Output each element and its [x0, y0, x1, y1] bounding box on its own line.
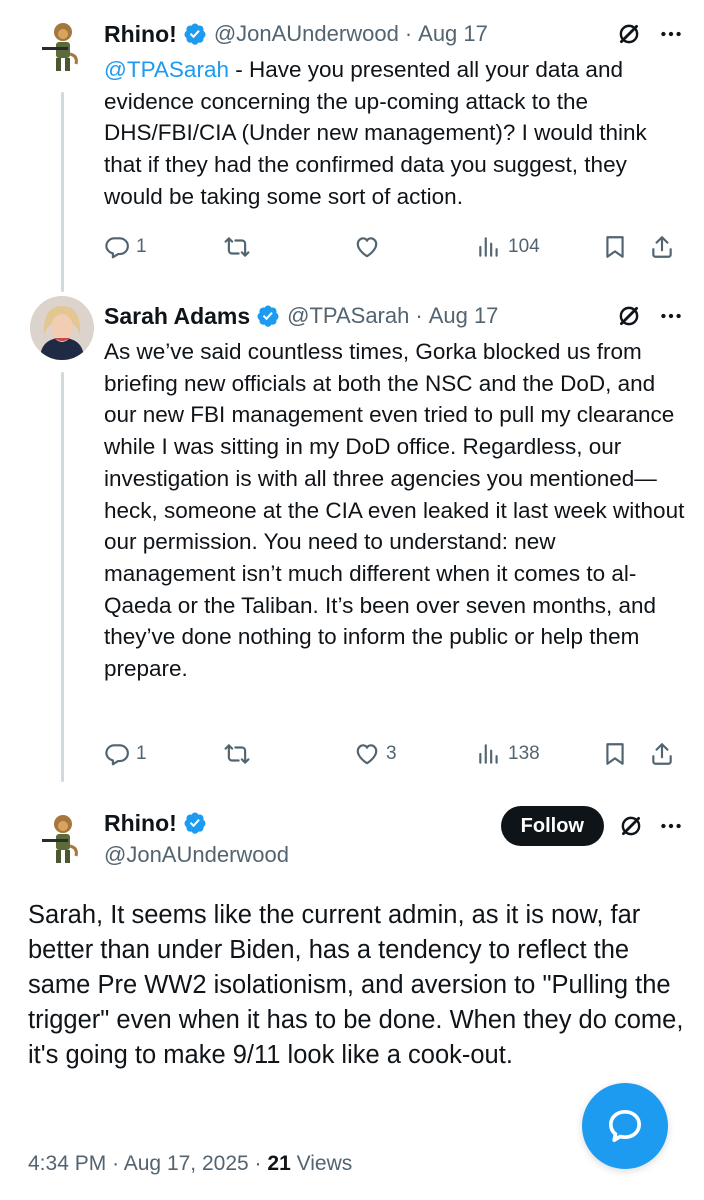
- share-button[interactable]: [649, 229, 675, 265]
- grok-icon[interactable]: [616, 303, 642, 329]
- heart-icon: [354, 234, 380, 260]
- more-icon[interactable]: [658, 813, 684, 839]
- thread-line: [61, 372, 64, 782]
- focus-tweet-text: Sarah, It seems like the current admin, …: [28, 901, 684, 1069]
- author-name[interactable]: Sarah Adams: [104, 303, 250, 330]
- reply-icon: [104, 234, 130, 260]
- bookmark-button[interactable]: [602, 229, 628, 265]
- bookmark-icon: [602, 741, 628, 767]
- views-icon: [476, 741, 502, 767]
- tweet-text: As we’ve said countless times, Gorka blo…: [104, 339, 685, 682]
- retweet-icon: [224, 234, 250, 260]
- focus-author-row: Rhino!: [104, 806, 214, 840]
- bookmark-icon: [602, 234, 628, 260]
- more-icon[interactable]: [658, 21, 684, 47]
- verified-badge-icon: [256, 304, 280, 328]
- tweet-text: @TPASarah - Have you presented all your …: [104, 54, 689, 213]
- bookmark-button[interactable]: [602, 736, 628, 772]
- verified-badge-icon: [183, 811, 207, 835]
- like-count: 3: [386, 743, 397, 764]
- author-name[interactable]: Rhino!: [104, 810, 177, 837]
- focus-tweet-meta: 4:34 PM · Aug 17, 2025 · 21 Views: [28, 1152, 352, 1176]
- tweet-actions: 1 104: [104, 229, 680, 265]
- meta-separator: ·: [112, 1152, 120, 1175]
- heart-icon: [354, 741, 380, 767]
- author-handle[interactable]: @TPASarah: [287, 303, 409, 329]
- tweet-header: Rhino! @JonAUnderwood · Aug 17: [104, 14, 684, 54]
- like-button[interactable]: 3: [354, 736, 397, 772]
- more-icon[interactable]: [658, 303, 684, 329]
- tweet-full-date[interactable]: Aug 17, 2025: [124, 1152, 249, 1175]
- views-button[interactable]: 104: [476, 229, 540, 265]
- tweet-date[interactable]: Aug 17: [418, 21, 488, 47]
- author-name[interactable]: Rhino!: [104, 21, 177, 48]
- tweet-date[interactable]: Aug 17: [429, 303, 499, 329]
- grok-icon[interactable]: [616, 21, 642, 47]
- retweet-button[interactable]: [224, 736, 256, 772]
- retweet-icon: [224, 741, 250, 767]
- retweet-button[interactable]: [224, 229, 256, 265]
- meta-separator: ·: [415, 303, 423, 328]
- views-count: 104: [508, 236, 540, 257]
- like-button[interactable]: [354, 229, 386, 265]
- avatar[interactable]: [30, 14, 94, 78]
- mention-link[interactable]: @TPASarah: [104, 57, 229, 82]
- grok-icon[interactable]: [618, 813, 644, 839]
- tweet-time[interactable]: 4:34 PM: [28, 1152, 106, 1175]
- views-count: 21: [267, 1152, 291, 1175]
- follow-button[interactable]: Follow: [500, 806, 604, 846]
- author-handle[interactable]: @JonAUnderwood: [214, 21, 399, 47]
- reply-button[interactable]: 1: [104, 736, 147, 772]
- tweet-header: Sarah Adams @TPASarah · Aug 17: [104, 296, 684, 336]
- compose-reply-icon: [609, 1110, 641, 1142]
- thread-line: [61, 92, 64, 292]
- reply-button[interactable]: 1: [104, 229, 147, 265]
- tweet-actions: 1 3 138: [104, 736, 680, 772]
- share-icon: [649, 741, 675, 767]
- meta-separator: ·: [254, 1152, 262, 1175]
- views-label: Views: [296, 1152, 353, 1175]
- avatar[interactable]: [30, 296, 94, 360]
- focus-header-actions: Follow: [500, 806, 684, 846]
- verified-badge-icon: [183, 22, 207, 46]
- share-button[interactable]: [649, 736, 675, 772]
- share-icon: [649, 234, 675, 260]
- meta-separator: ·: [404, 21, 413, 46]
- views-icon: [476, 234, 502, 260]
- avatar[interactable]: [30, 806, 94, 870]
- author-handle[interactable]: @JonAUnderwood: [104, 842, 289, 868]
- reply-count: 1: [136, 743, 147, 764]
- views-count: 138: [508, 743, 540, 764]
- compose-reply-button[interactable]: [582, 1083, 668, 1169]
- views-button[interactable]: 138: [476, 736, 540, 772]
- reply-icon: [104, 741, 130, 767]
- reply-count: 1: [136, 236, 147, 257]
